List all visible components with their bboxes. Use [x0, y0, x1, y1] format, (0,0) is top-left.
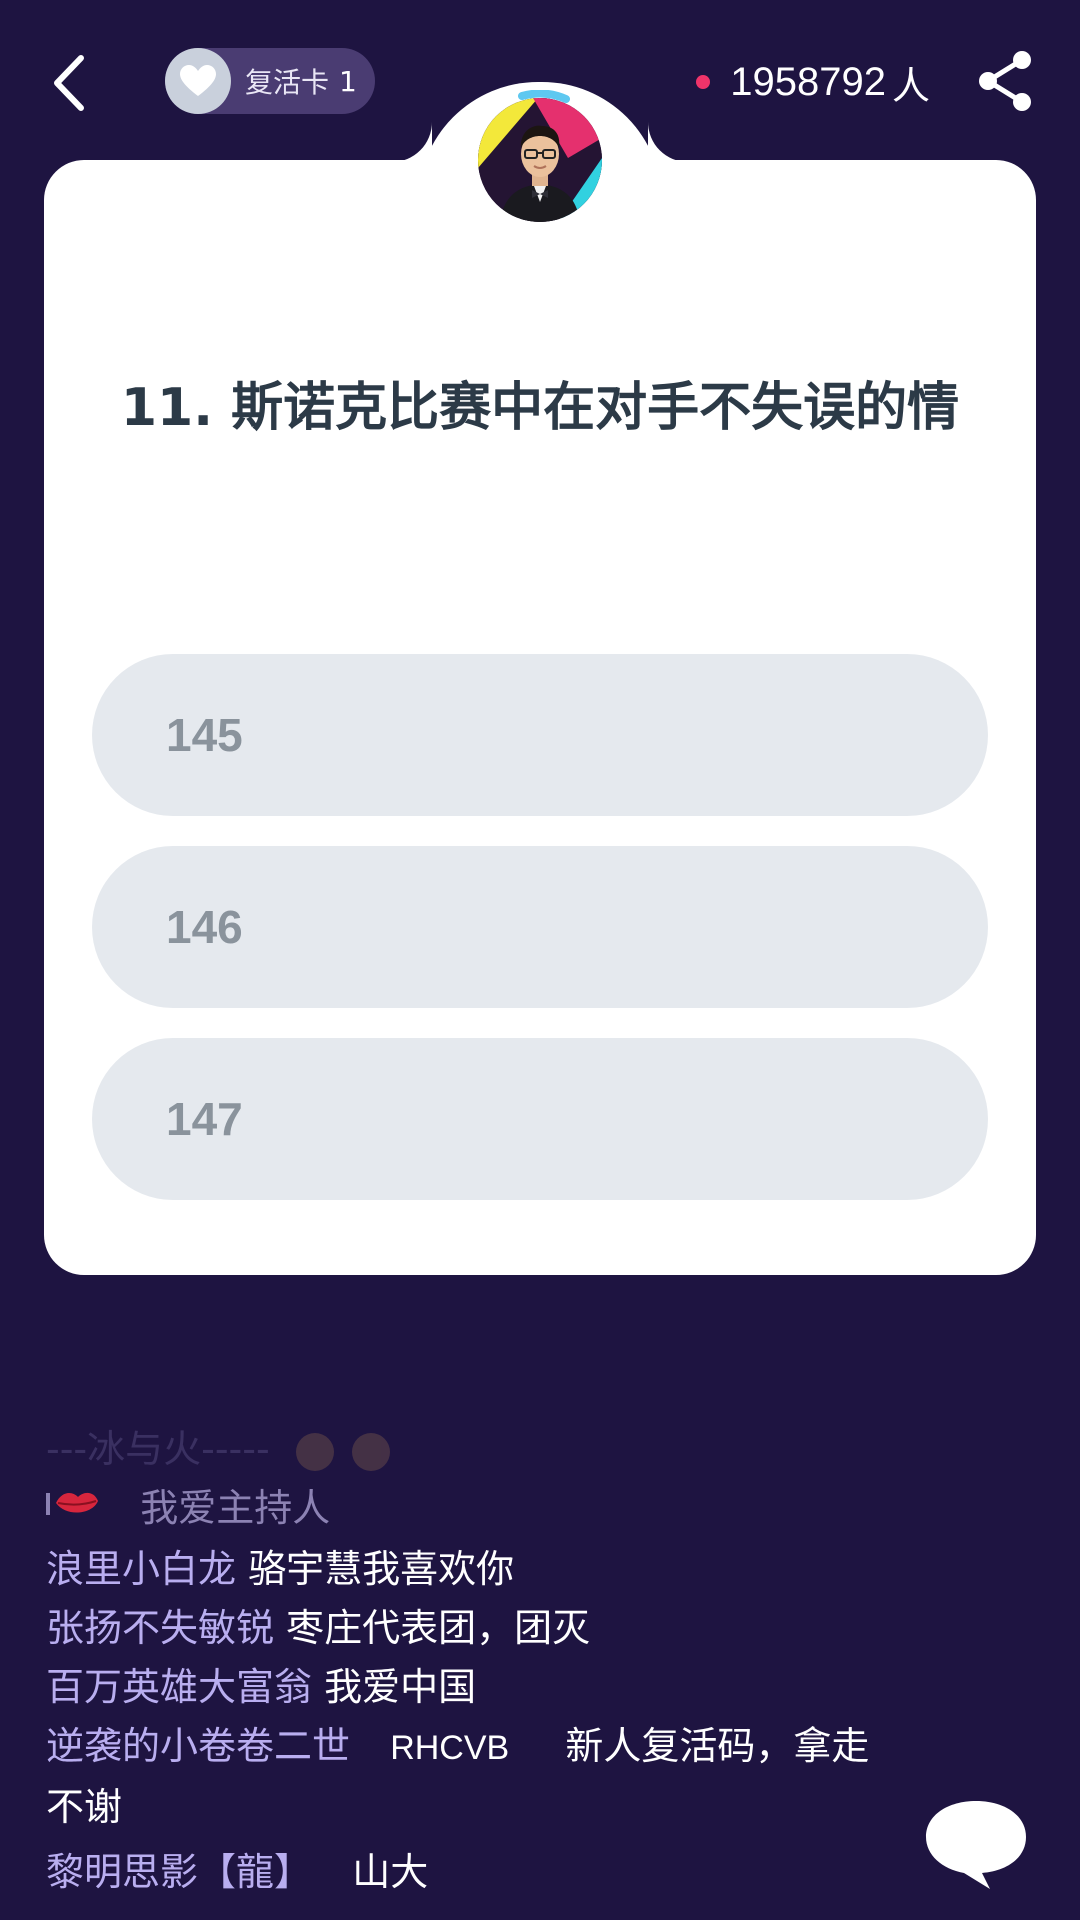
answer-option-label: 146	[166, 901, 243, 953]
chevron-left-icon	[54, 55, 84, 111]
chat-message: 张扬不失敏锐 枣庄代表团，团灭	[46, 1599, 906, 1658]
online-count: 1958792 人	[696, 52, 930, 112]
online-count-number: 1958792	[730, 59, 886, 104]
question-card: 11. 斯诺克比赛中在对手不失误的情 145 146 147	[44, 160, 1036, 1275]
live-chat: ---冰与火----- 我爱主持人 浪里小白龙 骆宇慧我喜欢你 张扬不失敏锐 枣…	[46, 1420, 906, 1902]
emoji-icon	[295, 1432, 334, 1471]
chat-username: 张扬不失敏锐	[46, 1606, 275, 1650]
chat-username: 百万英雄大富翁	[46, 1665, 313, 1709]
chat-username: ---冰与火-----	[46, 1427, 270, 1471]
chat-message: 浪里小白龙 骆宇慧我喜欢你	[46, 1540, 906, 1599]
chat-message: 我爱主持人	[46, 1479, 906, 1540]
answer-option-1[interactable]: 145	[92, 654, 988, 816]
revive-card-label: 复活卡	[245, 66, 330, 99]
live-dot-icon	[696, 75, 711, 89]
chat-text: 骆宇慧我喜欢你	[248, 1547, 515, 1591]
card-notch-curve	[392, 120, 432, 162]
back-button[interactable]	[42, 48, 94, 118]
chat-text: 我爱中国	[324, 1665, 477, 1709]
chat-text: 山大	[352, 1850, 429, 1894]
chat-text: 我爱主持人	[140, 1486, 331, 1530]
host-avatar	[470, 90, 610, 230]
chat-message: 黎明思影【龍】 山大	[46, 1843, 906, 1902]
online-count-unit: 人	[891, 63, 930, 108]
answer-option-2[interactable]: 146	[92, 846, 988, 1008]
answer-option-label: 147	[166, 1093, 243, 1145]
chat-username: 黎明思影【龍】	[46, 1850, 313, 1894]
chat-message: ---冰与火-----	[46, 1420, 906, 1479]
answer-option-3[interactable]: 147	[92, 1038, 988, 1200]
chat-message: 逆袭的小卷卷二世 RHCVB 新人复活码，拿走不谢	[46, 1717, 906, 1837]
chat-username: 逆袭的小卷卷二世	[46, 1724, 351, 1768]
quiz-screen: 复活卡 1 1958792 人 11. 斯诺克比赛中在对手不失误的情 145 1…	[0, 0, 1080, 1920]
chat-bubble-icon[interactable]	[920, 1795, 1032, 1895]
emoji-icon	[351, 1432, 390, 1471]
heart-icon	[165, 48, 231, 114]
chat-message: 百万英雄大富翁 我爱中国	[46, 1658, 906, 1717]
share-icon[interactable]	[972, 48, 1038, 114]
chat-username: 浪里小白龙	[46, 1547, 237, 1591]
chat-text: 枣庄代表团，团灭	[286, 1606, 591, 1650]
chat-revive-code: RHCVB	[390, 1729, 510, 1767]
question-text: 11. 斯诺克比赛中在对手不失误的情	[120, 378, 960, 438]
revive-card-badge[interactable]: 复活卡 1	[165, 48, 375, 114]
revive-card-count: 1	[339, 64, 357, 98]
answer-option-label: 145	[166, 709, 243, 761]
kiss-lips-icon	[46, 1481, 100, 1540]
host-photo	[478, 98, 602, 222]
card-notch-curve	[648, 120, 688, 162]
